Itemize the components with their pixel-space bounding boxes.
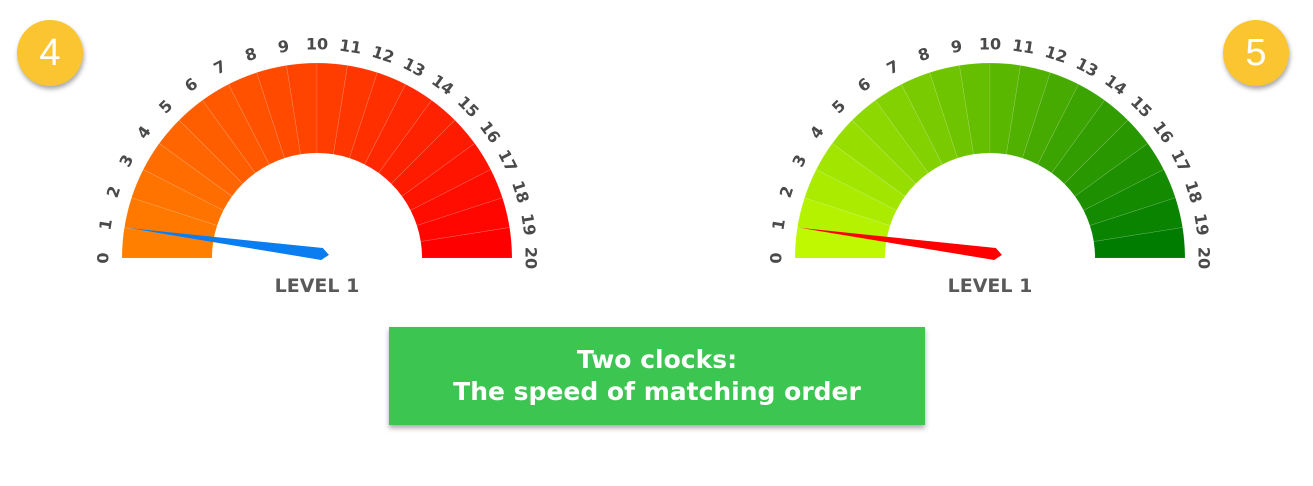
gauge-right-tick-label: 2 <box>776 184 798 200</box>
gauge-left-tick-label: 10 <box>306 35 328 54</box>
gauge-right-svg: 012345678 9 10 11 12 1314151617181920LEVEL 1 <box>767 35 1214 298</box>
gauge-right-tick-label: 19 <box>1190 212 1212 237</box>
gauge-left-tick-label: 6 <box>181 74 201 96</box>
speed-gauge-left: 0 1 2 3 4 5 6 7 8 9 10 11 12 13 14 15 16 17 18 19 20 LEVEL 1 <box>57 0 577 310</box>
gauge-left-tick-label: 2 <box>103 184 125 200</box>
gauge-right-tick-label: 13 <box>1073 54 1101 81</box>
caption-box: Two clocks: The speed of matching order <box>389 327 925 425</box>
gauge-left-tick-label: 17 <box>494 147 521 175</box>
gauge-right-level-label: LEVEL 1 <box>948 275 1033 297</box>
gauge-right-tick-label: 10 <box>979 35 1001 54</box>
gauge-right-tick-label: 9 <box>950 36 964 57</box>
gauge-left-tick-label: 3 <box>115 152 137 171</box>
speed-gauge-right: 0 1 2 3 4 5 6 7 8 9 10 11 12 13 14 15 16 17 18 19 20 LEVEL 1 <box>730 0 1250 310</box>
gauge-left-tick-label: 4 <box>133 122 155 142</box>
gauge-left-tick-label: 8 <box>243 44 259 66</box>
caption-line-1: Two clocks: <box>576 345 738 374</box>
gauge-right-tick-label: 16 <box>1149 118 1177 147</box>
gauge-right-tick-label: 6 <box>854 74 874 96</box>
gauge-left-tick-label: 19 <box>517 212 539 237</box>
gauge-left-tick-label: 20 <box>522 247 541 269</box>
gauge-left-tick-label: 15 <box>454 92 483 121</box>
gauge-right-tick-label: 0 <box>767 252 786 263</box>
gauge-right-tick-label: 12 <box>1043 42 1070 67</box>
caption-line-2: The speed of matching order <box>453 377 861 406</box>
gauge-right-tick-label: 4 <box>806 122 828 142</box>
gauge-left-tick-label: 7 <box>211 56 230 78</box>
gauge-left-tick-label: 9 <box>277 36 291 57</box>
gauge-left-tick-label: 5 <box>155 96 176 117</box>
gauge-right-tick-label: 18 <box>1181 178 1206 205</box>
gauge-left-level-label: LEVEL 1 <box>275 275 360 297</box>
gauge-right-tick-label: 17 <box>1167 147 1194 175</box>
gauge-right-tick-label: 20 <box>1195 247 1214 269</box>
gauge-right-tick-label: 8 <box>916 44 932 66</box>
gauge-left-tick-label: 13 <box>400 54 428 81</box>
gauge-left-tick-label: 14 <box>428 71 457 99</box>
gauge-right-tick-label: 3 <box>788 152 810 171</box>
gauge-right-tick-label: 11 <box>1011 36 1036 58</box>
gauge-left-tick-label: 11 <box>338 36 363 58</box>
gauge-left-svg: 012345678 9 10 11 12 1314151617181920LEVEL 1 <box>94 35 541 298</box>
gauge-left-tick-label: 1 <box>95 218 116 232</box>
gauge-left-tick-label: 0 <box>94 252 113 263</box>
gauge-left-tick-label: 18 <box>508 178 533 205</box>
gauge-right-tick-label: 7 <box>884 56 903 78</box>
gauge-right-tick-label: 15 <box>1127 92 1156 121</box>
gauge-left-tick-label: 16 <box>476 118 504 147</box>
gauge-right-tick-label: 14 <box>1101 71 1130 99</box>
gauge-right-tick-label: 5 <box>828 96 849 117</box>
gauge-left-tick-label: 12 <box>370 42 397 67</box>
gauge-right-tick-label: 1 <box>768 218 789 232</box>
